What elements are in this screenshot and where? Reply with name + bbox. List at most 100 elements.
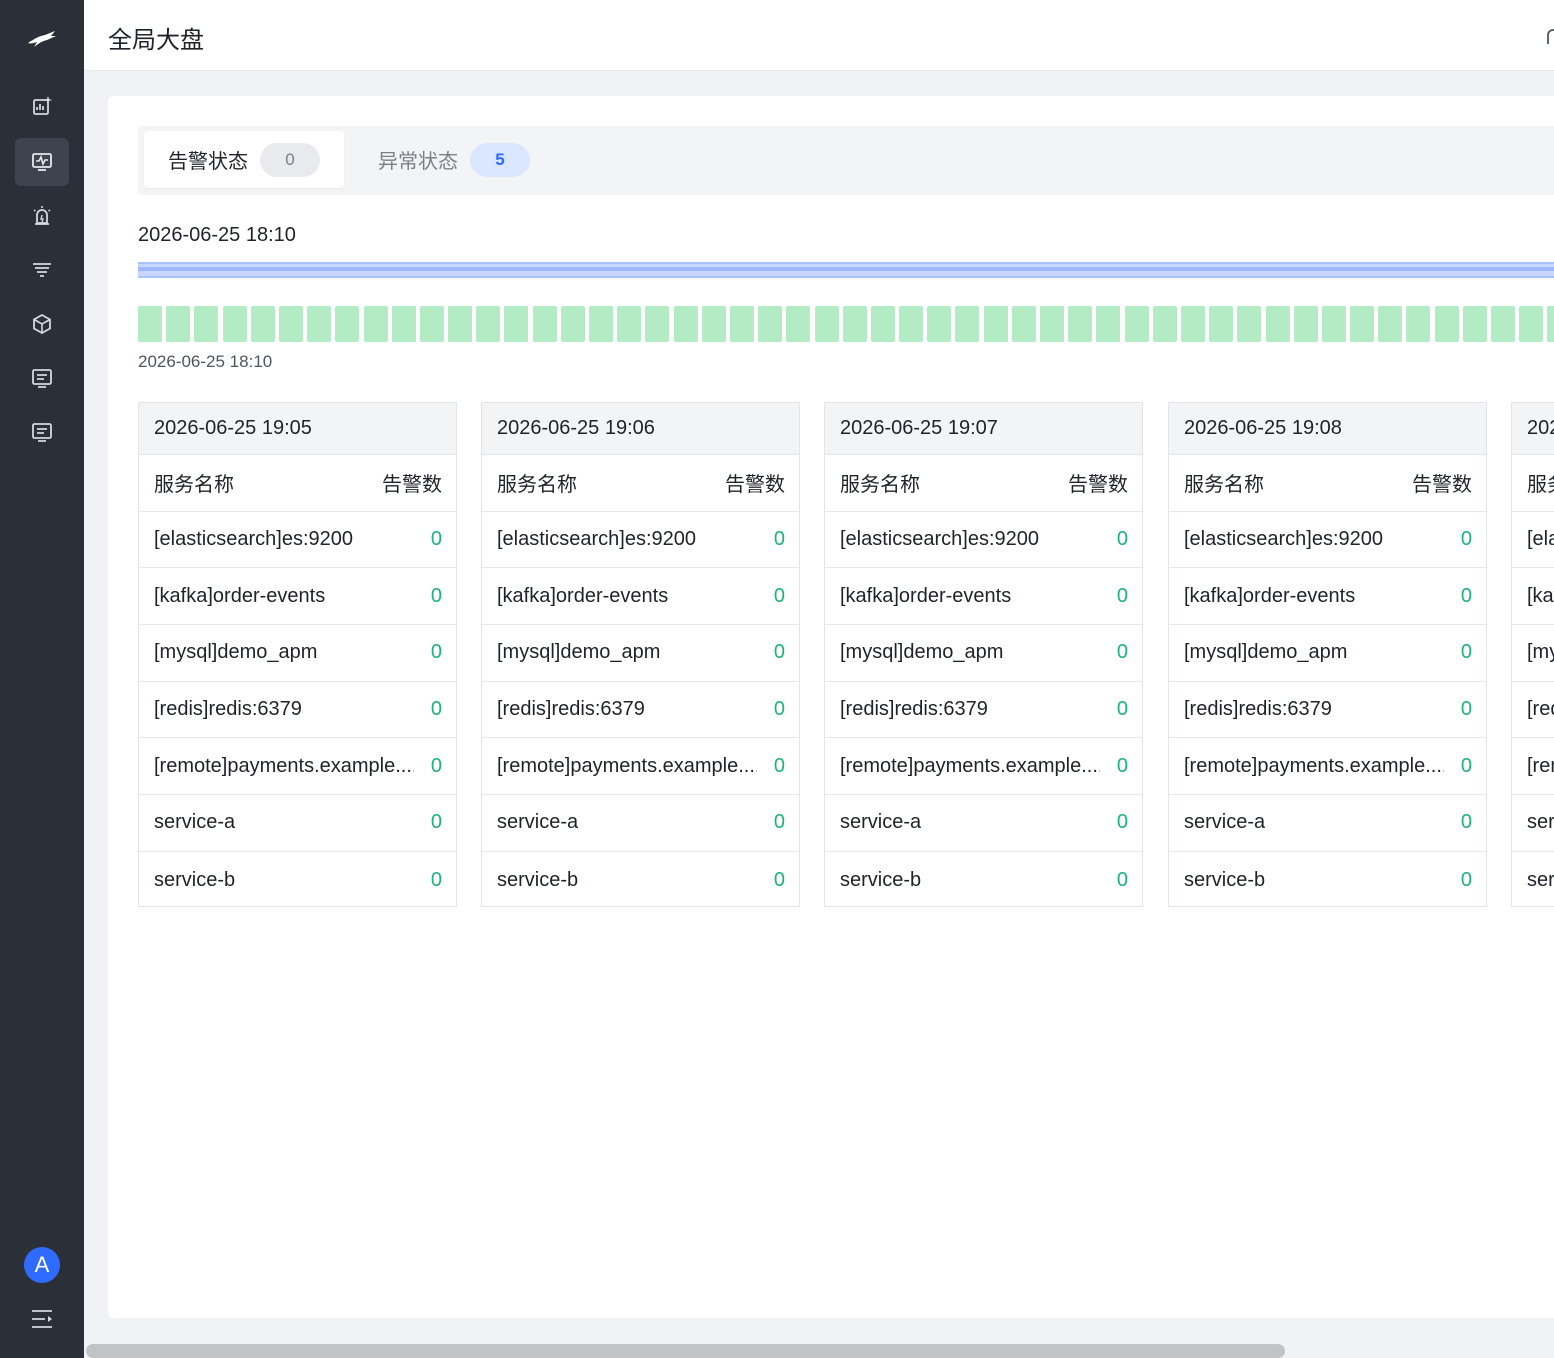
timeline-block[interactable] <box>166 306 191 342</box>
table-row[interactable]: [redis]redis:63790 <box>482 682 799 739</box>
table-row[interactable]: [mysql]demo_apm0 <box>139 625 456 682</box>
timeline-block[interactable] <box>476 306 501 342</box>
sidebar-item-components[interactable] <box>15 300 69 348</box>
timeline-block[interactable] <box>1293 306 1318 342</box>
collapse-sidebar-button[interactable] <box>28 1306 56 1332</box>
timeline-block[interactable] <box>1265 306 1290 342</box>
time-range-slider[interactable] <box>138 262 1554 278</box>
timeline-block[interactable] <box>1491 306 1515 342</box>
timeline-block[interactable] <box>250 306 275 342</box>
timeline-block[interactable] <box>335 306 360 342</box>
sidebar-item-ai-analysis[interactable] <box>15 82 69 130</box>
table-row[interactable]: [remote]payments.example....0 <box>482 738 799 796</box>
table-row[interactable]: service-b0 <box>1512 852 1554 908</box>
table-row[interactable]: [redis]redis:63790 <box>825 682 1142 739</box>
table-row[interactable]: [elasticsearch]es:9200 0 <box>482 512 799 569</box>
timeline-block[interactable] <box>1040 306 1064 342</box>
timeline-block[interactable] <box>1406 306 1431 342</box>
timeline-block[interactable] <box>1180 306 1205 342</box>
table-row[interactable]: [remote]payments.example....0 <box>825 738 1142 796</box>
timeline-block[interactable] <box>589 306 613 342</box>
horizontal-scrollbar[interactable] <box>84 1342 1554 1358</box>
timeline-block[interactable] <box>673 306 698 342</box>
timeline-block[interactable] <box>222 306 247 342</box>
timeline-block[interactable] <box>1011 306 1036 342</box>
timeline-block[interactable] <box>363 306 388 342</box>
timeline-block[interactable] <box>1096 306 1121 342</box>
timeline-block[interactable] <box>899 306 924 342</box>
timeline-block[interactable] <box>729 306 754 342</box>
timeline-block[interactable] <box>983 306 1008 342</box>
table-row[interactable]: [kafka]order-events0 <box>825 568 1142 626</box>
timeline-block[interactable] <box>870 306 895 342</box>
logo-icon[interactable] <box>22 22 62 56</box>
timeline-block[interactable] <box>1209 306 1234 342</box>
timeline-block[interactable] <box>617 306 642 342</box>
table-row[interactable]: [mysql]demo_apm0 <box>825 625 1142 682</box>
timeline-block[interactable] <box>1321 306 1346 342</box>
timeline-block[interactable] <box>278 306 303 342</box>
timeline-block[interactable] <box>307 306 332 342</box>
timeline-block[interactable] <box>814 306 839 342</box>
timeline-block[interactable] <box>1519 306 1544 342</box>
sidebar-item-dashboard[interactable] <box>15 138 69 186</box>
timeline-block[interactable] <box>1378 306 1403 342</box>
table-row[interactable]: [redis]redis:63790 <box>1512 682 1554 739</box>
table-row[interactable]: [elasticsearch]es:9200 0 <box>825 512 1142 569</box>
table-row[interactable]: service-a0 <box>139 795 456 852</box>
user-avatar[interactable]: A <box>24 1247 60 1283</box>
sidebar-item-reports-2[interactable] <box>15 408 69 456</box>
timeline-block[interactable] <box>194 306 219 342</box>
table-row[interactable]: service-a0 <box>1169 795 1486 852</box>
tab-alert-status[interactable]: 告警状态 0 <box>144 131 344 188</box>
table-row[interactable]: [elasticsearch]es:9200 0 <box>139 512 456 569</box>
table-row[interactable]: [mysql]demo_apm0 <box>1169 625 1486 682</box>
timeline-block[interactable] <box>842 306 867 342</box>
timeline-block[interactable] <box>560 306 585 342</box>
scrollbar-thumb[interactable] <box>86 1344 1285 1358</box>
timeline-block[interactable] <box>1547 306 1554 342</box>
timeline-block[interactable] <box>955 306 980 342</box>
timeline-block[interactable] <box>1124 306 1149 342</box>
table-row[interactable]: [kafka]order-events0 <box>139 568 456 626</box>
timeline-block[interactable] <box>758 306 783 342</box>
timeline-block[interactable] <box>1152 306 1177 342</box>
table-row[interactable]: service-a0 <box>825 795 1142 852</box>
table-row[interactable]: [remote]payments.example....0 <box>1512 738 1554 796</box>
sidebar-item-reports[interactable] <box>15 354 69 402</box>
timeline-block[interactable] <box>701 306 726 342</box>
timeline-block[interactable] <box>1237 306 1262 342</box>
timeline-block[interactable] <box>1350 306 1375 342</box>
timeline-block[interactable] <box>927 306 952 342</box>
table-row[interactable]: service-b0 <box>139 852 456 908</box>
table-row[interactable]: [kafka]order-events0 <box>482 568 799 626</box>
table-row[interactable]: [redis]redis:63790 <box>139 682 456 739</box>
timeline-block[interactable] <box>391 306 416 342</box>
sidebar-item-filters[interactable] <box>15 246 69 294</box>
timeline-block[interactable] <box>504 306 529 342</box>
timeline-block[interactable] <box>786 306 811 342</box>
table-row[interactable]: [elasticsearch]es:9200 0 <box>1169 512 1486 569</box>
table-row[interactable]: [remote]payments.example....0 <box>139 738 456 796</box>
table-row[interactable]: service-b0 <box>825 852 1142 908</box>
table-row[interactable]: [mysql]demo_apm0 <box>482 625 799 682</box>
timeline-block[interactable] <box>532 306 557 342</box>
timeline-block[interactable] <box>138 306 162 342</box>
sidebar-item-alerts[interactable] <box>15 192 69 240</box>
timeline-block[interactable] <box>1434 306 1459 342</box>
table-row[interactable]: service-a0 <box>482 795 799 852</box>
table-row[interactable]: service-b0 <box>1169 852 1486 908</box>
table-row[interactable]: service-a0 <box>1512 795 1554 852</box>
timeline-block[interactable] <box>1462 306 1487 342</box>
tab-anomaly-status[interactable]: 异常状态 5 <box>354 131 554 188</box>
timeline-block[interactable] <box>448 306 473 342</box>
table-row[interactable]: [kafka]order-events0 <box>1512 568 1554 626</box>
bell-icon[interactable] <box>1544 26 1554 46</box>
timeline-block[interactable] <box>645 306 670 342</box>
table-row[interactable]: service-b0 <box>482 852 799 908</box>
timeline-block[interactable] <box>419 306 444 342</box>
table-row[interactable]: [kafka]order-events0 <box>1169 568 1486 626</box>
table-row[interactable]: [redis]redis:63790 <box>1169 682 1486 739</box>
table-row[interactable]: [mysql]demo_apm0 <box>1512 625 1554 682</box>
table-row[interactable]: [remote]payments.example....0 <box>1169 738 1486 796</box>
